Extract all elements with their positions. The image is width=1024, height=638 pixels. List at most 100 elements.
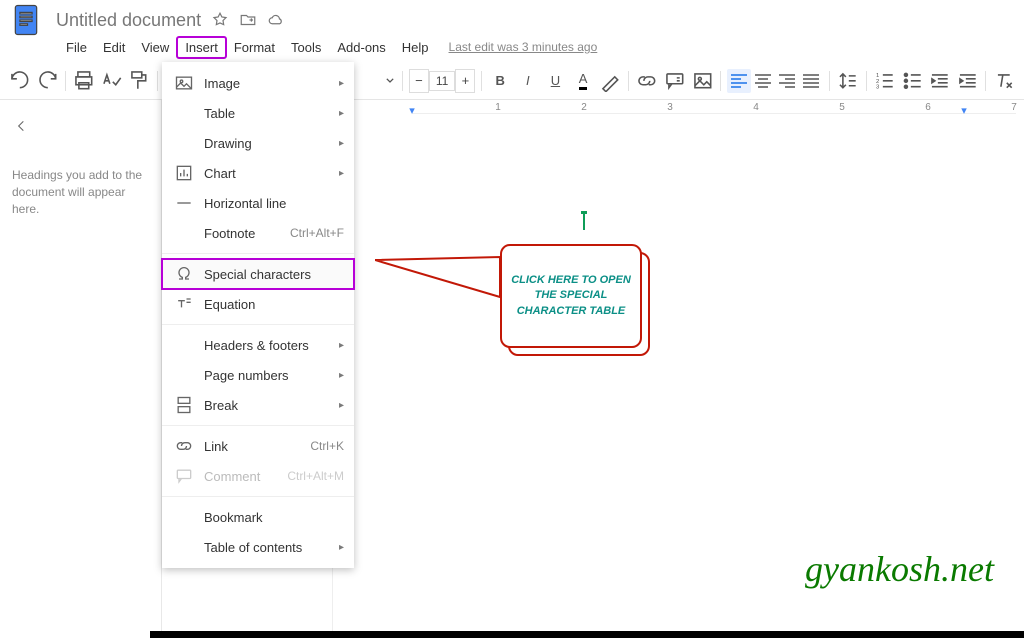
submenu-arrow-icon: ▸ [339, 340, 344, 351]
highlight-button[interactable] [599, 69, 623, 93]
menu-addons[interactable]: Add-ons [329, 37, 393, 58]
menu-edit[interactable]: Edit [95, 37, 133, 58]
numbered-list-button[interactable]: 123 [873, 69, 897, 93]
text-cursor [583, 214, 585, 230]
submenu-arrow-icon: ▸ [339, 138, 344, 149]
callout-line: CHARACTER TABLE [511, 304, 631, 319]
insert-image[interactable]: Image ▸ [162, 68, 354, 98]
style-dropdown-arrow[interactable] [384, 69, 396, 93]
item-label: Link [204, 439, 228, 454]
outline-back-button[interactable] [12, 118, 149, 137]
ruler-tick: 2 [581, 102, 587, 113]
insert-break[interactable]: Break ▸ [162, 390, 354, 420]
comment-button[interactable] [663, 69, 687, 93]
callout-box: CLICK HERE TO OPEN THE SPECIAL CHARACTER… [500, 244, 642, 348]
insert-bookmark[interactable]: Bookmark [162, 502, 354, 532]
align-left-button[interactable] [727, 69, 751, 93]
item-label: Footnote [204, 226, 255, 241]
last-edit-info[interactable]: Last edit was 3 minutes ago [449, 40, 598, 54]
indent-marker-right[interactable]: ▾ [961, 104, 967, 117]
comment-icon [174, 467, 194, 485]
ruler-tick: 3 [667, 102, 673, 113]
align-right-button[interactable] [775, 69, 799, 93]
menu-format[interactable]: Format [226, 37, 283, 58]
ruler-tick: 1 [495, 102, 501, 113]
item-label: Table of contents [204, 540, 302, 555]
insert-table-of-contents[interactable]: Table of contents ▸ [162, 532, 354, 562]
insert-link[interactable]: Link Ctrl+K [162, 431, 354, 461]
align-center-button[interactable] [751, 69, 775, 93]
item-label: Image [204, 76, 240, 91]
outline-hint-text: Headings you add to the document will ap… [12, 167, 149, 217]
increase-font-button[interactable]: + [455, 69, 475, 93]
shortcut-text: Ctrl+Alt+F [290, 226, 344, 240]
toolbar: − 11 + B I U A 123 [0, 62, 1024, 100]
line-spacing-button[interactable] [836, 69, 860, 93]
increase-indent-button[interactable] [956, 69, 980, 93]
cloud-icon[interactable] [267, 11, 285, 29]
shortcut-text: Ctrl+K [310, 439, 344, 453]
submenu-arrow-icon: ▸ [339, 78, 344, 89]
menu-help[interactable]: Help [394, 37, 437, 58]
outline-pane: Headings you add to the document will ap… [0, 100, 162, 638]
callout-line: THE SPECIAL [511, 288, 631, 303]
bold-button[interactable]: B [488, 69, 512, 93]
font-size-input[interactable]: 11 [429, 71, 455, 91]
docs-logo[interactable] [6, 0, 46, 40]
document-title[interactable]: Untitled document [56, 10, 201, 31]
underline-button[interactable]: U [544, 69, 568, 93]
star-icon[interactable] [211, 11, 229, 29]
link-button[interactable] [635, 69, 659, 93]
shortcut-text: Ctrl+Alt+M [287, 469, 344, 483]
menu-view[interactable]: View [133, 37, 177, 58]
insert-menu-dropdown: Image ▸ Table ▸ Drawing ▸ Chart ▸ Horizo… [162, 62, 354, 568]
image-icon [174, 74, 194, 92]
insert-chart[interactable]: Chart ▸ [162, 158, 354, 188]
redo-button[interactable] [36, 69, 60, 93]
move-icon[interactable] [239, 11, 257, 29]
indent-marker-left[interactable]: ▾ [409, 104, 415, 117]
insert-horizontal-line[interactable]: Horizontal line [162, 188, 354, 218]
insert-table[interactable]: Table ▸ [162, 98, 354, 128]
item-label: Table [204, 106, 235, 121]
insert-comment: Comment Ctrl+Alt+M [162, 461, 354, 491]
submenu-arrow-icon: ▸ [339, 400, 344, 411]
paint-format-button[interactable] [127, 69, 151, 93]
submenu-arrow-icon: ▸ [339, 370, 344, 381]
insert-page-numbers[interactable]: Page numbers ▸ [162, 360, 354, 390]
decrease-indent-button[interactable] [928, 69, 952, 93]
line-icon [174, 194, 194, 212]
submenu-arrow-icon: ▸ [339, 108, 344, 119]
clear-formatting-button[interactable] [992, 69, 1016, 93]
submenu-arrow-icon: ▸ [339, 168, 344, 179]
bulleted-list-button[interactable] [901, 69, 925, 93]
menu-insert[interactable]: Insert [177, 37, 226, 58]
submenu-arrow-icon: ▸ [339, 542, 344, 553]
print-button[interactable] [72, 69, 96, 93]
text-color-button[interactable]: A [571, 69, 595, 93]
menu-file[interactable]: File [58, 37, 95, 58]
item-label: Comment [204, 469, 260, 484]
chart-icon [174, 164, 194, 182]
break-icon [174, 396, 194, 414]
item-label: Headers & footers [204, 338, 309, 353]
item-label: Chart [204, 166, 236, 181]
item-label: Horizontal line [204, 196, 286, 211]
insert-special-characters[interactable]: Special characters [162, 259, 354, 289]
image-button[interactable] [691, 69, 715, 93]
undo-button[interactable] [8, 69, 32, 93]
svg-text:3: 3 [876, 84, 880, 90]
item-label: Page numbers [204, 368, 289, 383]
insert-headers-footers[interactable]: Headers & footers ▸ [162, 330, 354, 360]
insert-equation[interactable]: Equation [162, 289, 354, 319]
ruler-tick: 4 [753, 102, 759, 113]
align-justify-button[interactable] [799, 69, 823, 93]
item-label: Equation [204, 297, 255, 312]
menu-tools[interactable]: Tools [283, 37, 329, 58]
link-icon [174, 437, 194, 455]
spellcheck-button[interactable] [100, 69, 124, 93]
insert-drawing[interactable]: Drawing ▸ [162, 128, 354, 158]
insert-footnote[interactable]: Footnote Ctrl+Alt+F [162, 218, 354, 248]
decrease-font-button[interactable]: − [409, 69, 429, 93]
italic-button[interactable]: I [516, 69, 540, 93]
